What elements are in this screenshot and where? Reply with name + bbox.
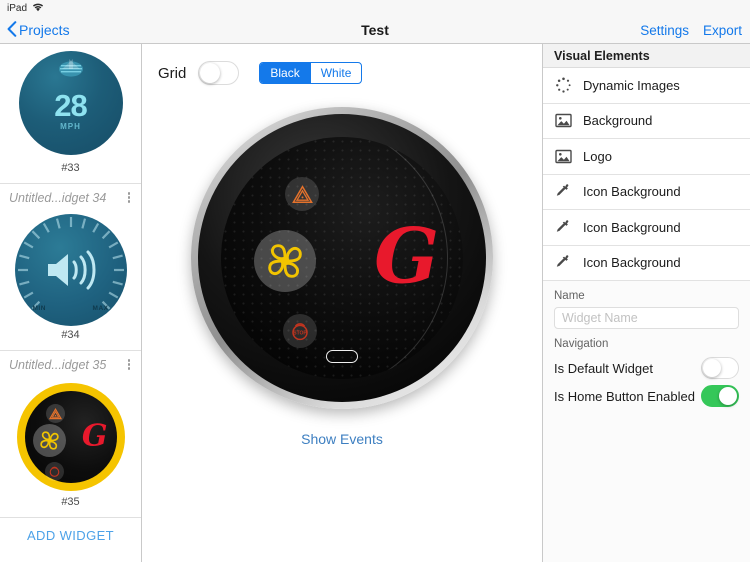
dynamic-images-icon xyxy=(554,76,572,94)
widget-title: Untitled...idget 35 xyxy=(9,357,107,372)
list-item[interactable]: Untitled...idget 35 G #35 xyxy=(0,350,141,517)
widget-number: #33 xyxy=(0,162,141,183)
speedo-ear-right xyxy=(68,59,80,69)
svg-text:STOP: STOP xyxy=(293,331,307,337)
grid-toggle-knob xyxy=(200,63,221,83)
widget-header: Untitled...idget 35 xyxy=(0,350,141,378)
is-default-widget-label: Is Default Widget xyxy=(554,360,653,376)
grid-toggle[interactable] xyxy=(198,61,240,85)
back-to-projects-button[interactable]: Projects xyxy=(0,20,70,40)
widget-thumbnail-speedometer[interactable]: 28 MPH xyxy=(0,44,141,162)
widget-thumbnail-volume[interactable]: MIN MAX xyxy=(0,211,141,329)
inspector-item-icon-background-2[interactable]: Icon Background xyxy=(543,210,750,246)
status-bar-device-label: iPad xyxy=(7,3,28,14)
inspector-item-label: Icon Background xyxy=(583,184,681,200)
dial-max-label: MAX xyxy=(92,305,109,312)
widget-preview-device[interactable]: G STOP xyxy=(191,107,493,409)
inspector-item-dynamic-images[interactable]: Dynamic Images xyxy=(543,68,750,104)
toggle-knob xyxy=(703,359,721,377)
image-icon xyxy=(554,112,572,130)
status-bar: iPad xyxy=(0,0,750,17)
image-icon xyxy=(554,147,572,165)
inspector-item-label: Background xyxy=(583,113,653,129)
widget-title: Untitled...idget 34 xyxy=(9,190,107,205)
widget-list-sidebar[interactable]: 28 MPH #33 Untitled...idget 34 MIN MAX #… xyxy=(0,44,142,562)
widget-header: Untitled...idget 34 xyxy=(0,183,141,211)
is-home-button-enabled-label: Is Home Button Enabled xyxy=(554,388,695,404)
speedometer-value: 28 xyxy=(54,87,87,123)
list-item[interactable]: Untitled...idget 34 MIN MAX #34 xyxy=(0,183,141,350)
brake-stop-icon[interactable]: STOP xyxy=(283,314,317,348)
eyedropper-icon xyxy=(554,218,572,236)
kebab-menu-icon[interactable] xyxy=(125,357,134,372)
dial-min-label: MIN xyxy=(32,305,46,312)
yellow-widget-preview: G xyxy=(16,383,125,491)
logo-letter: G xyxy=(81,418,108,454)
is-home-button-enabled-toggle[interactable] xyxy=(701,385,739,407)
segment-black[interactable]: Black xyxy=(260,63,310,83)
widget-number: #35 xyxy=(0,496,141,517)
fan-icon[interactable] xyxy=(254,230,316,292)
warning-triangle-icon xyxy=(45,404,65,423)
navbar-actions: Settings Export xyxy=(640,17,742,43)
grid-label: Grid xyxy=(158,64,187,82)
wifi-icon xyxy=(32,3,44,15)
device-screen[interactable]: G STOP xyxy=(221,137,463,379)
navigation-section-label: Navigation xyxy=(554,338,609,350)
main-content-area: 28 MPH #33 Untitled...idget 34 MIN MAX #… xyxy=(0,44,750,562)
back-button-label: Projects xyxy=(19,22,70,38)
widget-name-input[interactable] xyxy=(554,307,739,329)
dial-range-labels: MIN MAX xyxy=(15,305,127,312)
inspector-item-background[interactable]: Background xyxy=(543,103,750,139)
background-color-segmented-control[interactable]: Black White xyxy=(259,62,363,84)
home-pill-indicator[interactable] xyxy=(326,350,358,363)
inspector-item-logo[interactable]: Logo xyxy=(543,139,750,175)
eyedropper-icon xyxy=(554,183,572,201)
inspector-item-icon-background-1[interactable]: Icon Background xyxy=(543,174,750,210)
segment-white[interactable]: White xyxy=(309,63,362,83)
inspector-header: Visual Elements xyxy=(543,44,750,68)
kebab-menu-icon[interactable] xyxy=(125,190,134,205)
toggle-knob xyxy=(719,387,737,405)
show-events-link[interactable]: Show Events xyxy=(301,431,383,447)
volume-dial-preview: MIN MAX xyxy=(14,214,127,326)
speedometer-top-decoration xyxy=(58,59,84,77)
volume-icon xyxy=(47,250,95,290)
eyedropper-icon xyxy=(554,254,572,272)
is-home-button-enabled-row: Is Home Button Enabled xyxy=(543,382,750,410)
widget-number: #34 xyxy=(0,329,141,350)
inspector-item-icon-background-3[interactable]: Icon Background xyxy=(543,245,750,281)
list-item[interactable]: 28 MPH #33 xyxy=(0,44,141,183)
logo-letter: G xyxy=(374,211,439,301)
speedometer-unit: MPH xyxy=(60,121,81,131)
name-field-label: Name xyxy=(554,290,585,302)
settings-button[interactable]: Settings xyxy=(640,23,689,38)
canvas-toolbar: Grid Black White xyxy=(142,44,542,85)
chevron-left-icon xyxy=(7,20,17,40)
name-field-block: Name xyxy=(543,281,750,329)
widget-thumbnail-yellow[interactable]: G xyxy=(0,378,141,496)
warning-triangle-icon[interactable] xyxy=(285,177,319,211)
widget-canvas: Grid Black White G STOP Show Events xyxy=(142,44,543,562)
inspector-item-label: Dynamic Images xyxy=(583,77,680,93)
brake-stop-icon xyxy=(44,462,64,481)
navigation-bar: Projects Test Settings Export xyxy=(0,17,750,44)
speedometer-preview: 28 MPH xyxy=(18,51,123,155)
inspector-panel: Visual Elements Dynamic Images Backgroun… xyxy=(543,44,750,562)
fan-icon xyxy=(32,424,66,457)
inspector-item-label: Icon Background xyxy=(583,219,681,235)
is-default-widget-row: Is Default Widget xyxy=(543,354,750,382)
inspector-item-label: Icon Background xyxy=(583,255,681,271)
page-title: Test xyxy=(361,22,389,38)
add-widget-button[interactable]: ADD WIDGET xyxy=(0,517,141,552)
inspector-item-label: Logo xyxy=(583,148,612,164)
yellow-widget-screen: G xyxy=(24,391,117,483)
is-default-widget-toggle[interactable] xyxy=(701,357,739,379)
export-button[interactable]: Export xyxy=(703,23,742,38)
